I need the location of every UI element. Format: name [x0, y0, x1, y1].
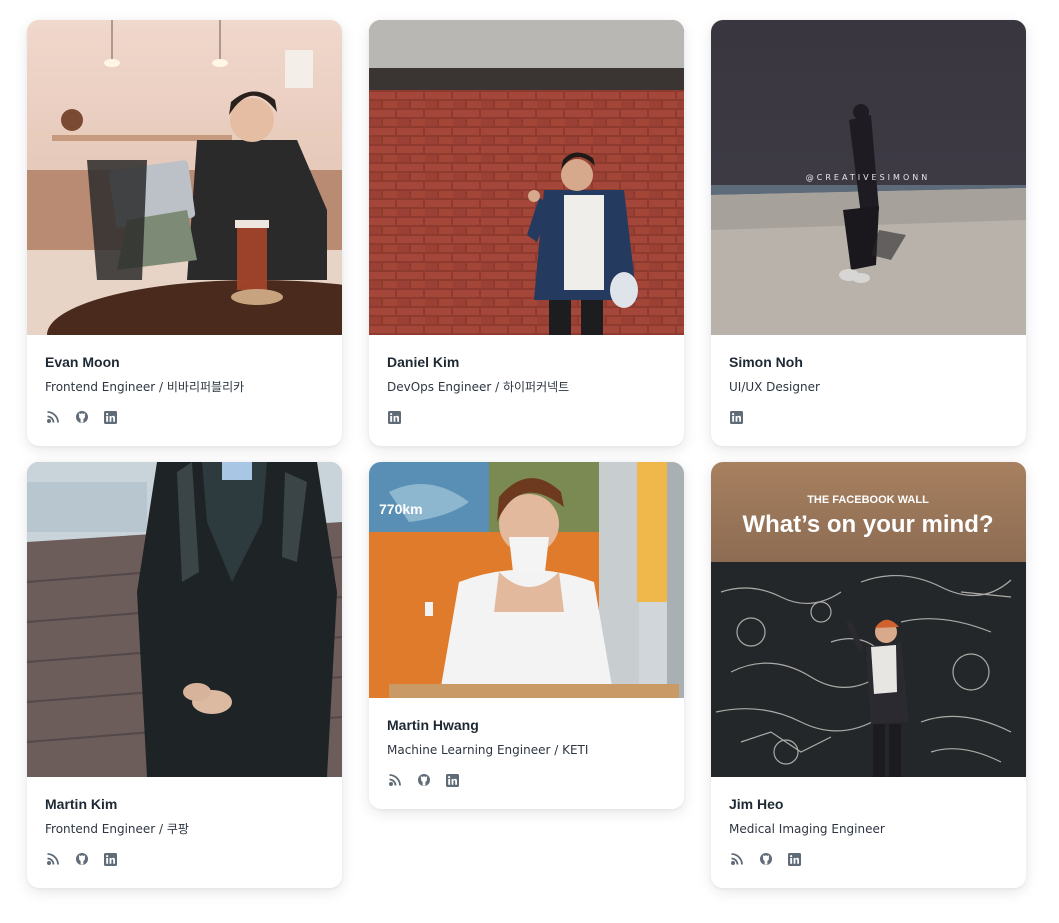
member-role: Machine Learning Engineer / KETI: [387, 743, 589, 757]
blog-icon[interactable]: [45, 410, 60, 425]
blog-icon[interactable]: [729, 852, 744, 867]
member-card: @CREATIVESIMONN Simon Noh UI/UX Designer: [711, 20, 1026, 446]
member-name: Evan Moon: [45, 354, 120, 370]
member-card: Daniel Kim DevOps Engineer / 하이퍼커넥트: [369, 20, 684, 446]
member-name: Jim Heo: [729, 796, 784, 812]
member-name: Simon Noh: [729, 354, 803, 370]
member-name: Daniel Kim: [387, 354, 460, 370]
member-card: Martin Kim Frontend Engineer / 쿠팡: [27, 462, 342, 888]
member-role: DevOps Engineer / 하이퍼커넥트: [387, 380, 570, 394]
photo-sign-top: THE FACEBOOK WALL: [807, 494, 929, 506]
member-photo: [27, 20, 342, 335]
member-name: Martin Hwang: [387, 717, 479, 733]
member-photo: @CREATIVESIMONN: [711, 20, 1026, 335]
photo-map-label: 770km: [379, 501, 423, 517]
member-photo: 770km: [369, 462, 684, 698]
github-icon[interactable]: [74, 852, 89, 867]
member-role: Frontend Engineer / 쿠팡: [45, 822, 189, 836]
photo-sign-main: What’s on your mind?: [742, 511, 993, 538]
linkedin-icon[interactable]: [387, 410, 402, 425]
github-icon[interactable]: [416, 773, 431, 788]
member-photo: [369, 20, 684, 335]
github-icon[interactable]: [74, 410, 89, 425]
member-card: 770km Martin Hwang Machine Learning Engi…: [369, 462, 684, 809]
linkedin-icon[interactable]: [103, 852, 118, 867]
photo-watermark: @CREATIVESIMONN: [806, 173, 930, 182]
linkedin-icon[interactable]: [729, 410, 744, 425]
member-links: [45, 851, 324, 867]
blog-icon[interactable]: [387, 773, 402, 788]
linkedin-icon[interactable]: [103, 410, 118, 425]
member-photo: [27, 462, 342, 777]
member-links: [729, 851, 1008, 867]
member-role: Medical Imaging Engineer: [729, 822, 885, 836]
member-name: Martin Kim: [45, 796, 118, 812]
linkedin-icon[interactable]: [445, 773, 460, 788]
member-role: UI/UX Designer: [729, 380, 820, 394]
member-links: [729, 409, 1008, 425]
member-card: THE FACEBOOK WALL What’s on your mind? J…: [711, 462, 1026, 888]
member-role: Frontend Engineer / 비바리퍼블리카: [45, 380, 245, 394]
member-photo: THE FACEBOOK WALL What’s on your mind?: [711, 462, 1026, 777]
member-links: [387, 772, 666, 788]
linkedin-icon[interactable]: [787, 852, 802, 867]
member-card: Evan Moon Frontend Engineer / 비바리퍼블리카: [27, 20, 342, 446]
blog-icon[interactable]: [45, 852, 60, 867]
github-icon[interactable]: [758, 852, 773, 867]
member-links: [45, 409, 324, 425]
member-links: [387, 409, 666, 425]
